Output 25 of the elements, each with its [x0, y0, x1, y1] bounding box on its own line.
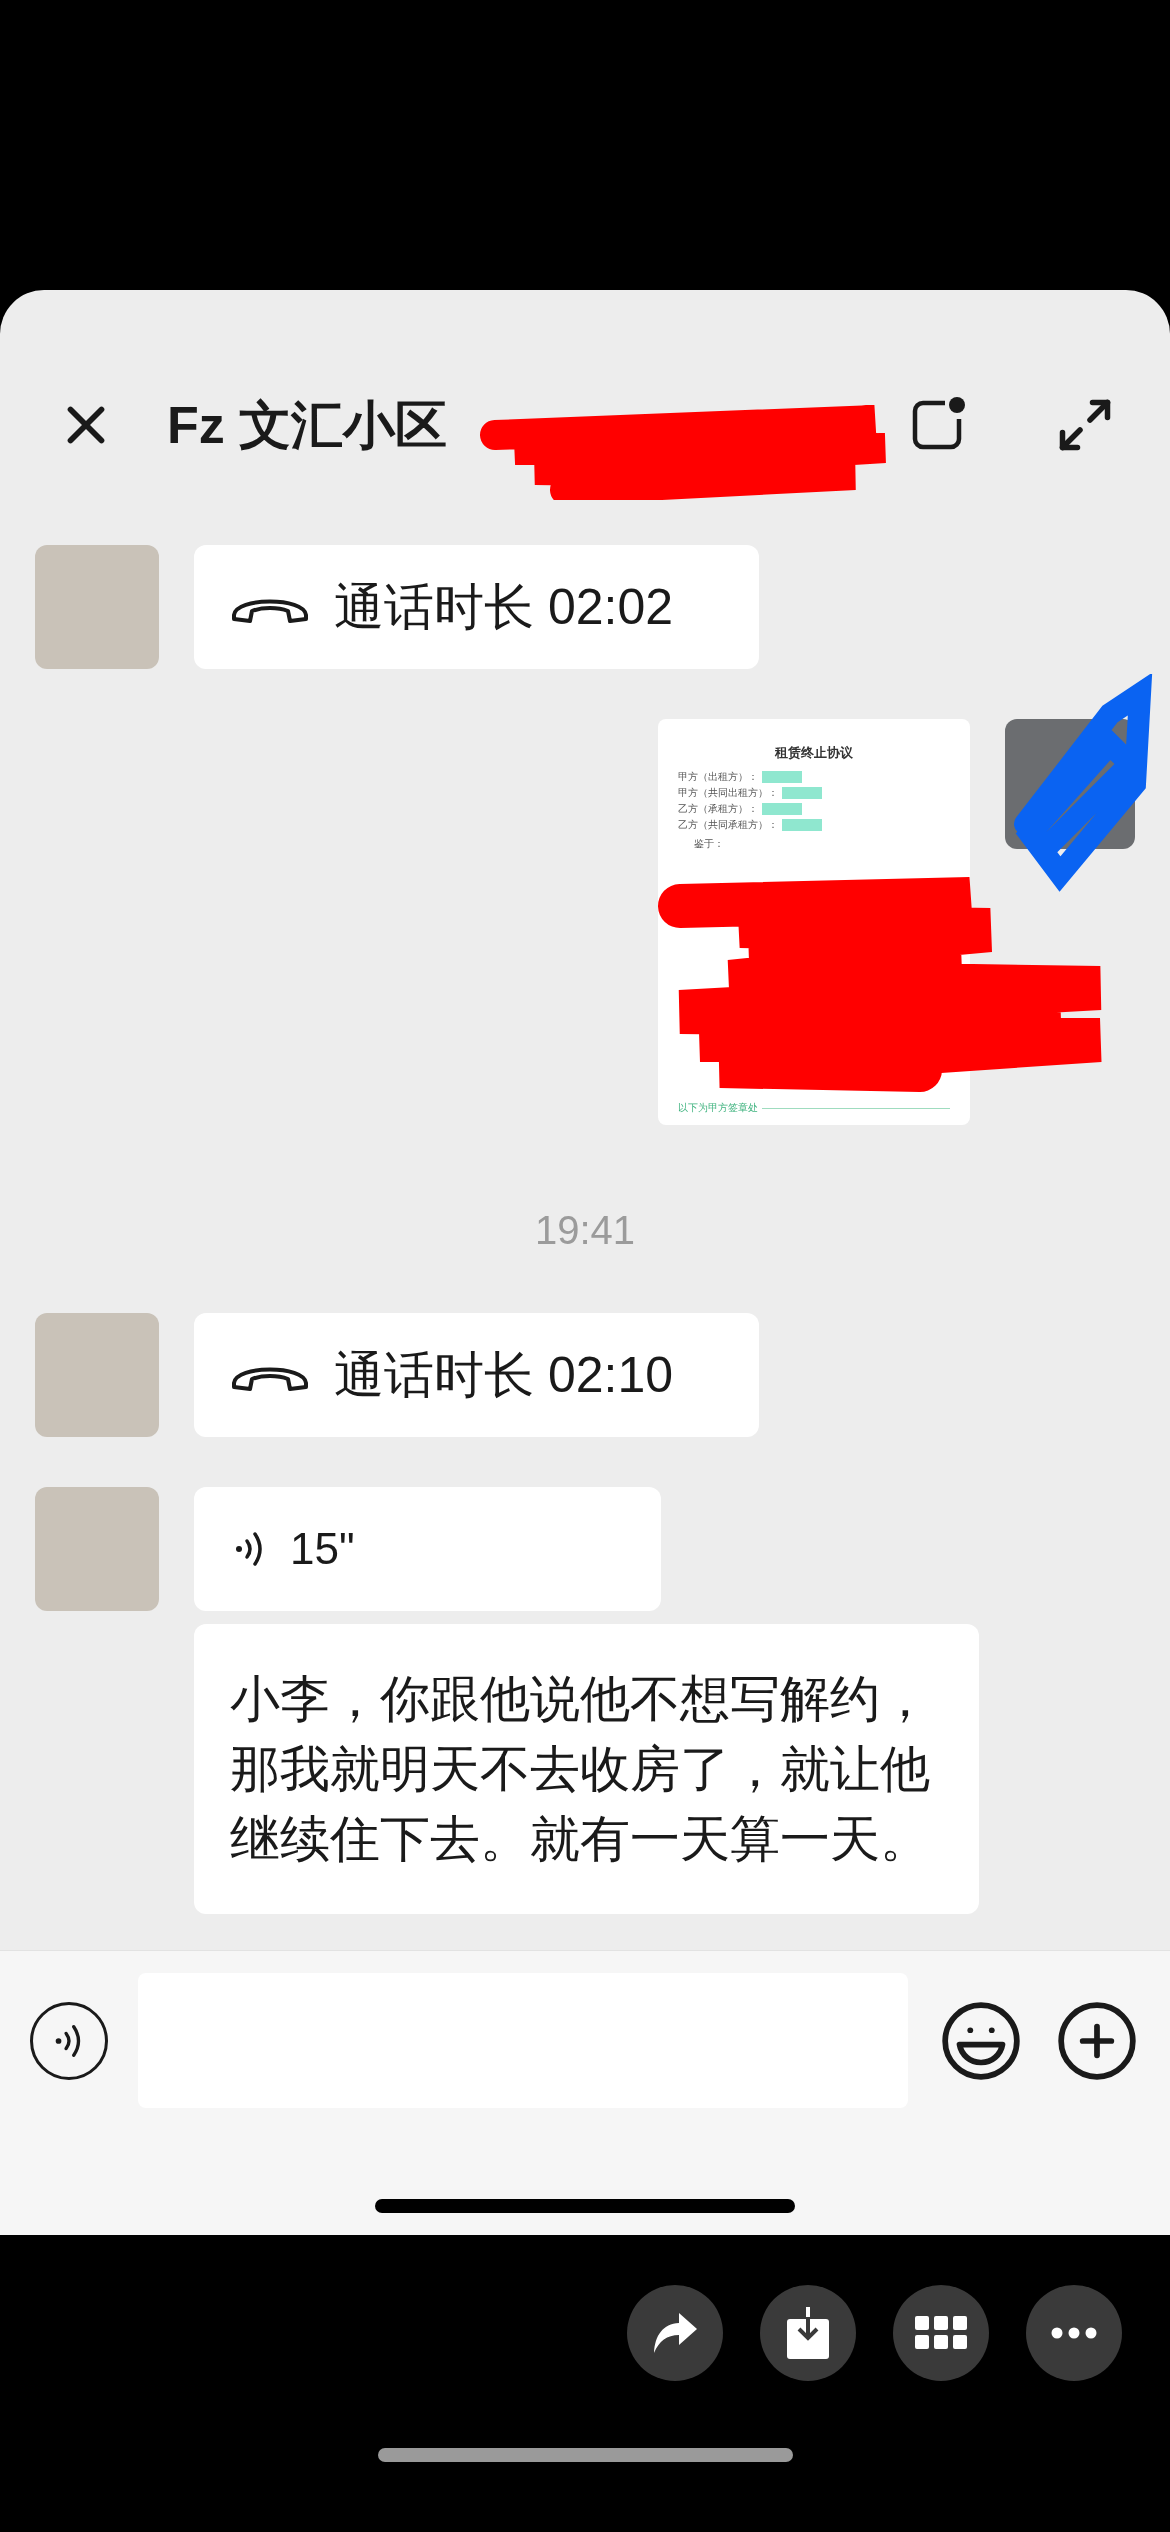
- field-label: 甲方（共同出租方）：: [678, 787, 778, 798]
- ellipsis-icon: [1051, 2327, 1097, 2339]
- call-bubble[interactable]: 通话时长 02:10: [194, 1313, 759, 1437]
- grid-icon: [915, 2316, 967, 2350]
- document-title: 租赁终止协议: [774, 744, 854, 762]
- document-text: 鉴于：: [693, 838, 725, 849]
- call-duration: 通话时长 02:02: [334, 577, 673, 637]
- field-label: 乙方（承租方）：: [678, 803, 758, 814]
- document-footer: 以下为甲方签章处: [678, 1103, 758, 1113]
- field-label: 乙方（共同承租方）：: [678, 819, 778, 830]
- voice-input-button[interactable]: [30, 2001, 108, 2080]
- download-icon: [787, 2307, 829, 2359]
- field-highlight: [782, 786, 822, 799]
- call-bubble[interactable]: 通话时长 02:02: [194, 545, 759, 669]
- chat-title: Fz 文汇小区: [167, 395, 448, 456]
- voice-bubble[interactable]: 15": [194, 1487, 661, 1611]
- voice-duration: 15": [290, 1523, 355, 1575]
- call-duration: 通话时长 02:10: [334, 1345, 673, 1405]
- field-highlight: [782, 818, 822, 831]
- field-label: 甲方（出租方）：: [678, 771, 758, 782]
- field-highlight: [762, 802, 802, 815]
- text-bubble: 小李，你跟他说他不想写解约，那我就明天不去收房了，就让他继续住下去。就有一天算一天。: [194, 1624, 979, 1914]
- field-highlight: [762, 770, 802, 783]
- timestamp: 19:41: [534, 1210, 636, 1250]
- share-arrow-icon: [651, 2311, 699, 2355]
